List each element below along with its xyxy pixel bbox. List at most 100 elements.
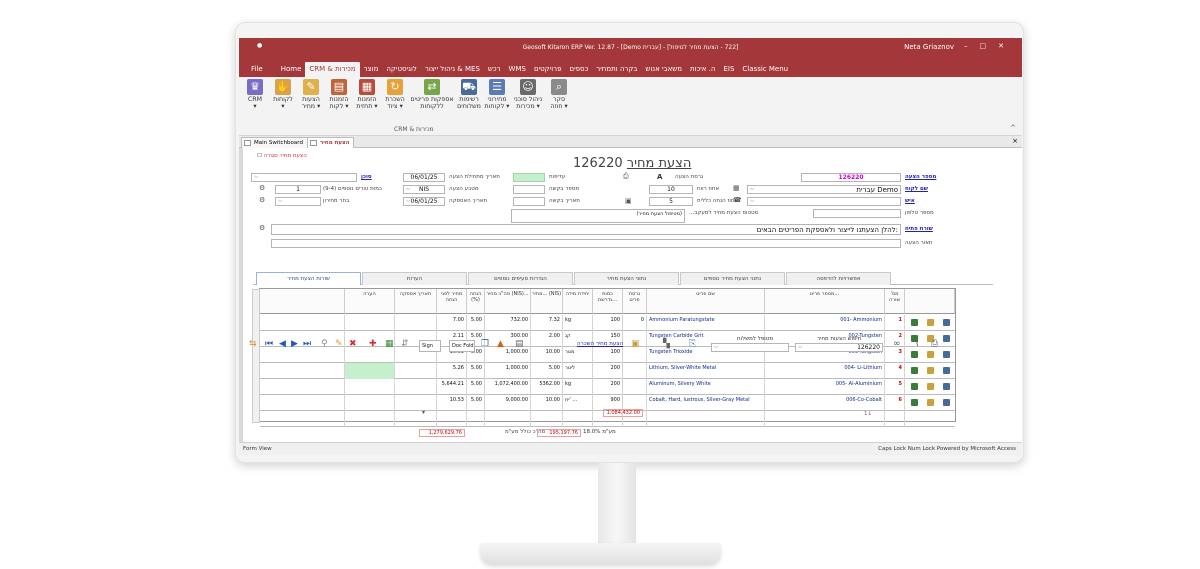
- printer-icon[interactable]: ⎙: [931, 339, 938, 349]
- cell-item-name[interactable]: Lithium, Silver-White Metal: [647, 363, 765, 379]
- cell-extra[interactable]: [260, 395, 345, 411]
- col-header-note[interactable]: הערה: [345, 289, 395, 314]
- attach-icon[interactable]: ⎘: [689, 339, 696, 349]
- description-field[interactable]: [271, 239, 901, 248]
- folder-icon[interactable]: [927, 319, 934, 326]
- paperclip-icon[interactable]: ⌇: [915, 339, 919, 349]
- request-no-field[interactable]: [513, 185, 545, 194]
- cell-delivery-date[interactable]: [395, 315, 437, 331]
- cell-unit[interactable]: [563, 411, 593, 427]
- cell-item-no[interactable]: 006-Co-Cobalt: [765, 395, 885, 411]
- tab-quote-lines[interactable]: שורות הצעת מחיר: [256, 272, 361, 285]
- next-record-icon[interactable]: ▶: [291, 339, 298, 349]
- menu-purchase[interactable]: רכש: [484, 65, 505, 77]
- cell-line-no[interactable]: 1: [885, 315, 905, 331]
- menu-product[interactable]: מוצר: [360, 65, 383, 77]
- col-header-unit[interactable]: יחידת מידה: [563, 289, 593, 314]
- ribbon-rental-button[interactable]: ↻ השכרת ציוד ▾: [381, 79, 409, 110]
- menu-crm[interactable]: CRM & מכירות: [305, 62, 360, 77]
- save-row-icon[interactable]: [943, 319, 950, 326]
- menu-quality[interactable]: ה. איכות: [686, 65, 719, 77]
- status-field[interactable]: (מטיפול הצעת מחיר): [511, 209, 685, 223]
- copy-icon[interactable]: ❐: [481, 339, 489, 349]
- cell-unit[interactable]: יח' ...: [563, 395, 593, 411]
- menu-wms[interactable]: WMS: [505, 65, 530, 77]
- cell-item-no[interactable]: 001- Ammonium: [765, 315, 885, 331]
- add-record-icon[interactable]: ✚: [369, 339, 377, 349]
- table-row[interactable]: 4 004- Li-Lithium Lithium, Silver-White Me…: [260, 363, 955, 379]
- cell-line-no[interactable]: 4: [885, 363, 905, 379]
- ribbon-survey-button[interactable]: ⌕ סקר חוזה ▾: [545, 79, 573, 110]
- cell-extra[interactable]: [260, 379, 345, 395]
- cell-total[interactable]: 1,000.00: [485, 363, 531, 379]
- valid-date-field[interactable]: 06/01/25: [403, 197, 445, 206]
- cell-total[interactable]: [485, 411, 531, 427]
- duration-field[interactable]: 10: [649, 185, 693, 194]
- col-header-version[interactable]: גרסת פריט: [623, 289, 647, 314]
- ribbon-orders-button[interactable]: ▤ הזמנות לקוח ▾: [325, 79, 353, 110]
- ribbon-agents-button[interactable]: ☺ ניהול סוכני מכירות ▾: [511, 79, 545, 110]
- cell-item-name[interactable]: Cobalt, Hard, lustrous, Silver-Gray Meta…: [647, 395, 765, 411]
- sign-button[interactable]: Sign: [419, 340, 441, 352]
- maximize-icon[interactable]: □: [980, 42, 999, 50]
- cell-price[interactable]: 5.00: [531, 363, 563, 379]
- cell-total[interactable]: 1,072,400.00: [485, 379, 531, 395]
- menu-file[interactable]: File: [247, 65, 267, 77]
- rental-quote-link[interactable]: הצעת מחיר השכרה: [577, 341, 623, 347]
- cell-note[interactable]: [345, 315, 395, 331]
- settings-icon[interactable]: ⚙: [259, 224, 265, 232]
- cell-discount[interactable]: 5.00: [467, 395, 485, 411]
- cell-unit[interactable]: ליטר: [563, 363, 593, 379]
- table-row[interactable]: 5 005- Al-Aluminium Aluminum, Silvery Whit…: [260, 379, 955, 395]
- opening-line-field[interactable]: להלן הצעתנו לייצור ולאספקת הפריטים הבאים…: [271, 224, 901, 235]
- cell-discount[interactable]: 5.00: [467, 363, 485, 379]
- cell-delivery-date[interactable]: [395, 395, 437, 411]
- quote-no-label[interactable]: מספר הצעה: [905, 174, 936, 180]
- cell-before-discount[interactable]: 5.26: [437, 363, 467, 379]
- col-header-item-no[interactable]: מספר פריט...: [765, 289, 885, 314]
- menu-eis[interactable]: EIS: [719, 65, 738, 77]
- cell-delivery-date[interactable]: [395, 363, 437, 379]
- cell-unit[interactable]: kg: [563, 379, 593, 395]
- cell-line-no[interactable]: [885, 411, 905, 427]
- edit-row-icon[interactable]: [911, 399, 918, 406]
- agent-field[interactable]: [251, 173, 357, 182]
- ribbon-crm-button[interactable]: ♛ CRM ▾: [241, 79, 269, 110]
- ribbon-pricelist-button[interactable]: ☰ מחירוני לקוחות ▾: [483, 79, 511, 110]
- cell-total[interactable]: 732.00: [485, 315, 531, 331]
- menu-projects[interactable]: פרויקטים: [530, 65, 566, 77]
- cell-qty[interactable]: 200: [593, 379, 623, 395]
- print-icon[interactable]: ⎙: [623, 172, 629, 181]
- cell-price[interactable]: [531, 411, 563, 427]
- menu-finance[interactable]: כספים: [565, 65, 592, 77]
- ribbon-shipments-button[interactable]: ⛟ רשימות משלוחים: [455, 79, 483, 110]
- cell-delivery-date[interactable]: [395, 411, 437, 427]
- opening-line-label[interactable]: שורת פתיח: [905, 226, 933, 232]
- calendar-icon[interactable]: ▣: [625, 197, 632, 205]
- handled-field[interactable]: [711, 343, 789, 352]
- delete-record-icon[interactable]: ✖: [349, 339, 357, 349]
- grid-scrollbar[interactable]: [252, 289, 260, 423]
- customer-label[interactable]: שם לקוח: [905, 186, 928, 192]
- tab-quote-data[interactable]: נתוני הצעת מחיר: [574, 272, 679, 285]
- excel-icon[interactable]: ▦: [385, 339, 394, 349]
- tab-main-switchboard[interactable]: Main Switchboard: [241, 137, 308, 148]
- report-icon[interactable]: ▤: [515, 339, 524, 349]
- table-row[interactable]: 1 001- Ammonium Ammonium Paratungstate 0 100…: [260, 315, 955, 331]
- cell-before-discount[interactable]: 5,644.21: [437, 379, 467, 395]
- cell-price[interactable]: 10.00: [531, 395, 563, 411]
- col-header-discount[interactable]: הנחה (%): [467, 289, 485, 314]
- cell-version[interactable]: [623, 379, 647, 395]
- cell-item-name[interactable]: [647, 411, 765, 427]
- closed-quote-checkbox[interactable]: ☐ הצעת מחיר סגורה: [257, 153, 307, 159]
- quote-no-field[interactable]: 126220: [801, 173, 901, 182]
- cell-qty[interactable]: 200: [593, 363, 623, 379]
- cell-note[interactable]: [345, 411, 395, 427]
- cell-before-discount[interactable]: 10.53: [437, 395, 467, 411]
- tab-notes[interactable]: הערות: [362, 272, 467, 285]
- phone-field[interactable]: [813, 209, 901, 218]
- doc-fold-button[interactable]: Doc Fold: [449, 340, 475, 352]
- discount-field[interactable]: 5: [649, 197, 693, 206]
- cell-extra[interactable]: [260, 411, 345, 427]
- tab-price-quote[interactable]: הצעת מחיר: [307, 137, 355, 148]
